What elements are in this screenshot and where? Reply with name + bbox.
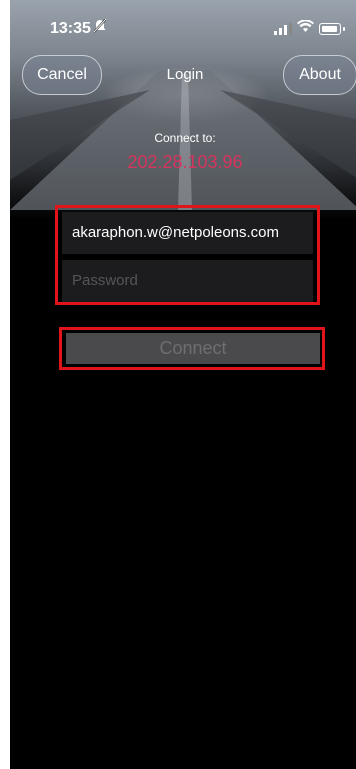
about-button[interactable]: About xyxy=(283,55,356,95)
password-field[interactable] xyxy=(62,260,313,302)
app-screen: 13:35 Cancel Login About Connect to: 202… xyxy=(10,0,356,769)
status-time: 13:35 xyxy=(50,20,91,37)
battery-icon xyxy=(319,23,345,35)
email-field[interactable]: akaraphon.w@netpoleons.com xyxy=(62,212,313,254)
silent-mode-icon xyxy=(93,18,107,36)
connect-button-highlight: Connect xyxy=(59,327,325,370)
connect-button[interactable]: Connect xyxy=(66,333,320,364)
server-ip: 202.28.103.96 xyxy=(127,152,243,172)
cellular-signal-icon xyxy=(274,22,292,40)
credentials-group: akaraphon.w@netpoleons.com xyxy=(55,205,320,305)
connect-to-label: Connect to: xyxy=(154,131,216,145)
status-bar: 13:35 xyxy=(10,0,356,50)
wifi-icon xyxy=(297,19,314,38)
navigation-bar: Cancel Login About xyxy=(10,55,356,95)
